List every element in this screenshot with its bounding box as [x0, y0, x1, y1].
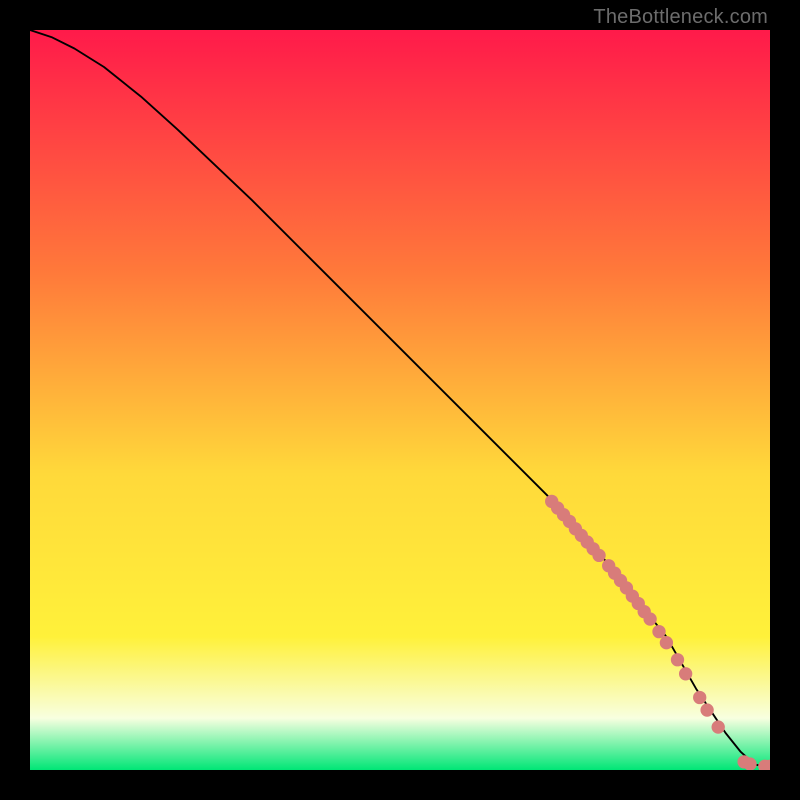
curve-marker — [700, 703, 713, 716]
curve-marker — [660, 636, 673, 649]
curve-markers — [545, 495, 770, 770]
curve-marker — [643, 612, 656, 625]
curve-marker — [693, 691, 706, 704]
watermark-label: TheBottleneck.com — [593, 6, 768, 29]
plot-panel — [30, 30, 770, 770]
curve-layer — [30, 30, 770, 770]
chart-stage: TheBottleneck.com — [0, 0, 800, 800]
curve-marker — [671, 653, 684, 666]
curve-marker — [679, 667, 692, 680]
bottleneck-curve — [30, 30, 770, 766]
curve-marker — [652, 625, 665, 638]
curve-marker — [712, 720, 725, 733]
curve-marker — [592, 549, 605, 562]
